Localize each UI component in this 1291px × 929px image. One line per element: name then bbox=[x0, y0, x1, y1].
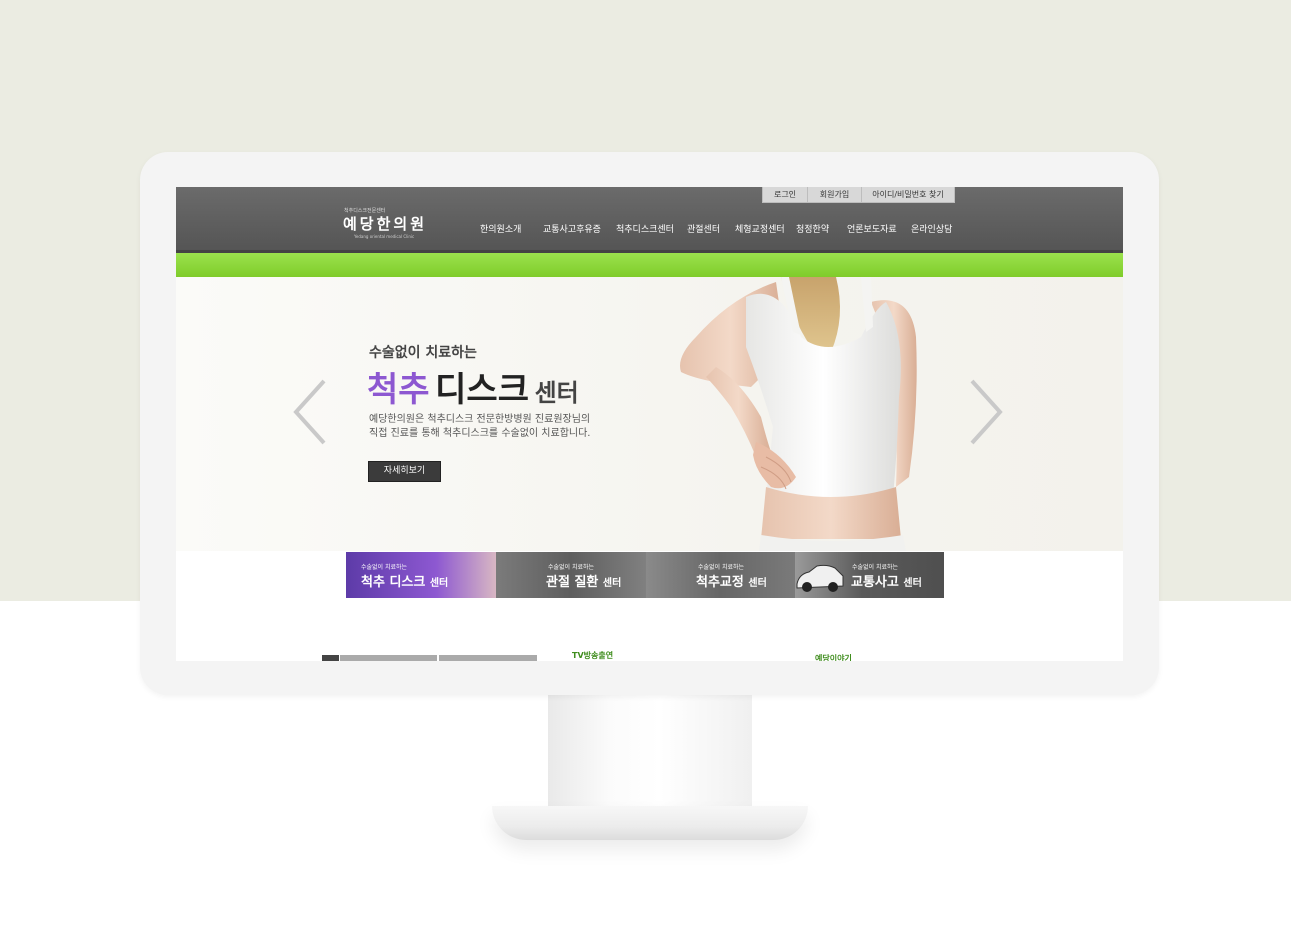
next-slide-icon[interactable] bbox=[968, 377, 1006, 447]
tv-appearance-label: TV방송출연 bbox=[572, 651, 614, 660]
tab-joint-center[interactable]: 수술없이 치료하는 관절 질환 센터 bbox=[496, 552, 646, 598]
tab-traffic-center[interactable]: 수술없이 치료하는 교통사고 센터 bbox=[795, 552, 944, 598]
hero-description-line1: 예당한의원은 척추디스크 전문한방병원 진료원장님의 bbox=[369, 414, 591, 425]
tab-spine-disc-caption: 수술없이 치료하는 bbox=[361, 564, 408, 571]
hero-subtitle: 수술없이 치료하는 bbox=[369, 345, 477, 361]
monitor-screen: 로그인 회원가입 아이디/비밀번호 찾기 척추디스크전문센터 예당한의원 Yed… bbox=[176, 187, 1123, 661]
below-gray-block-2 bbox=[439, 655, 537, 661]
tab-joint-title: 관절 질환 센터 bbox=[546, 575, 622, 590]
below-dark-block bbox=[322, 655, 339, 661]
center-tabs: 수술없이 치료하는 척추 디스크 센터 수술없이 치료하는 관절 질환 센터 수… bbox=[346, 552, 944, 598]
hero-banner: 수술없이 치료하는 척추 디스크 센터 예당한의원은 척추디스크 전문한방병원 … bbox=[176, 277, 1123, 551]
find-account-link[interactable]: 아이디/비밀번호 찾기 bbox=[861, 187, 955, 203]
login-link[interactable]: 로그인 bbox=[762, 187, 808, 203]
hero-title-main: 디스크 bbox=[435, 370, 529, 410]
monitor-stand-base bbox=[492, 806, 808, 840]
nav-herbal[interactable]: 청정한약 bbox=[796, 222, 829, 235]
hero-description: 예당한의원은 척추디스크 전문한방병원 진료원장님의 직접 진료를 통해 척추디… bbox=[369, 413, 590, 441]
tab-spine-disc-title: 척추 디스크 센터 bbox=[361, 575, 449, 590]
woman-back-image bbox=[680, 277, 917, 551]
nav-posture[interactable]: 체형교정센터 bbox=[735, 222, 785, 235]
tab-traffic-caption: 수술없이 치료하는 bbox=[852, 564, 899, 571]
nav-spine-disc[interactable]: 척추디스크센터 bbox=[616, 222, 674, 235]
hero-title-suffix: 센터 bbox=[534, 379, 579, 407]
below-gray-block-1 bbox=[340, 655, 437, 661]
hero-description-line2: 직접 진료를 통해 척추디스크를 수술없이 치료합니다. bbox=[369, 428, 591, 439]
hero-title-accent: 척추 bbox=[367, 370, 430, 410]
nav-joint[interactable]: 관절센터 bbox=[687, 222, 720, 235]
tab-posture-center[interactable]: 수술없이 치료하는 척추교정 센터 bbox=[646, 552, 795, 598]
tab-spine-disc-center[interactable]: 수술없이 치료하는 척추 디스크 센터 bbox=[346, 552, 496, 598]
site-header: 로그인 회원가입 아이디/비밀번호 찾기 척추디스크전문센터 예당한의원 Yed… bbox=[176, 187, 1123, 250]
nav-press[interactable]: 언론보도자료 bbox=[847, 222, 897, 235]
signup-link[interactable]: 회원가입 bbox=[807, 187, 862, 203]
tab-posture-title: 척추교정 센터 bbox=[696, 575, 767, 590]
site-logo[interactable]: 척추디스크전문센터 예당한의원 Yedang oriental medical … bbox=[340, 207, 440, 241]
more-details-button[interactable]: 자세히보기 bbox=[368, 461, 441, 482]
prev-slide-icon[interactable] bbox=[290, 377, 328, 447]
logo-name: 예당한의원 bbox=[343, 215, 428, 233]
car-icon bbox=[796, 564, 844, 592]
nav-consult[interactable]: 온라인상담 bbox=[911, 222, 952, 235]
tab-posture-caption: 수술없이 치료하는 bbox=[698, 564, 745, 571]
tab-traffic-title: 교통사고 센터 bbox=[851, 575, 922, 590]
logo-english: Yedang oriental medical Clinic bbox=[354, 234, 415, 239]
nav-traffic-accident[interactable]: 교통사고후유증 bbox=[543, 222, 601, 235]
hero-title: 척추 디스크 센터 bbox=[367, 362, 579, 411]
yedang-story-label: 예당이야기 bbox=[815, 654, 852, 661]
tab-joint-caption: 수술없이 치료하는 bbox=[548, 564, 595, 571]
green-bar bbox=[176, 253, 1123, 277]
monitor-stand-neck bbox=[548, 694, 752, 812]
nav-clinic-intro[interactable]: 한의원소개 bbox=[480, 222, 521, 235]
